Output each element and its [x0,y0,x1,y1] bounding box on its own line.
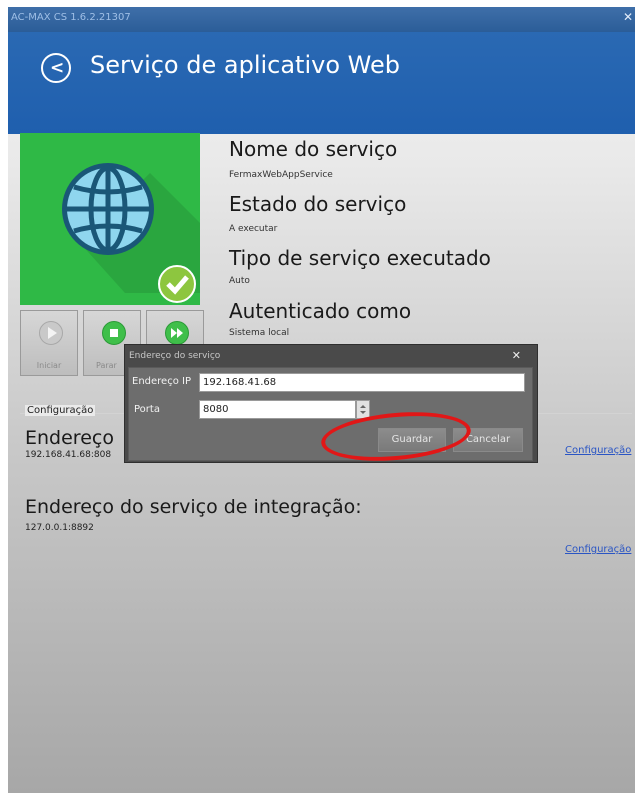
dialog-close-icon[interactable]: ✕ [512,349,521,362]
page-title: Serviço de aplicativo Web [90,51,400,79]
check-icon [158,265,196,303]
close-icon[interactable]: ✕ [623,10,633,24]
service-type-value: Auto [229,276,250,286]
address-value: 192.168.41.68:808 [25,450,112,460]
port-label: Porta [134,404,160,415]
page-header [8,32,635,134]
dialog-title: Endereço do serviço [129,351,221,361]
service-tile [20,133,200,305]
spinner-arrows-icon [360,405,366,414]
back-arrow-icon[interactable]: < [41,53,71,83]
address-title: Endereço [25,427,114,449]
start-button[interactable]: Iniciar [20,310,78,376]
port-spinner[interactable] [356,400,370,419]
save-button[interactable]: Guardar [378,428,446,452]
ip-label: Endereço IP [132,376,191,387]
ip-input[interactable] [199,373,525,392]
port-input[interactable] [199,400,356,419]
window-titlebar: AC-MAX CS 1.6.2.21307 ✕ [8,7,635,32]
service-state-value: A executar [229,224,278,234]
service-name-value: FermaxWebAppService [229,170,333,180]
cancel-button[interactable]: Cancelar [453,428,523,452]
app-window: AC-MAX CS 1.6.2.21307 ✕ < Serviço de apl… [8,7,635,793]
service-auth-value: Sistema local [229,328,290,338]
stop-icon [102,321,126,345]
start-label: Iniciar [36,361,62,370]
address-config-link[interactable]: Configuração [565,445,631,456]
service-state-label: Estado do serviço [229,192,407,216]
integration-value: 127.0.0.1:8892 [25,523,94,533]
fast-forward-icon [165,321,189,345]
service-type-label: Tipo de serviço executado [229,246,491,270]
play-icon [39,321,63,345]
service-name-label: Nome do serviço [229,137,398,161]
dialog-body: Endereço IP Porta Guardar Cancelar [128,367,533,461]
integration-config-link[interactable]: Configuração [565,544,631,555]
address-dialog: Endereço do serviço ✕ Endereço IP Porta … [124,344,538,463]
window-title: AC-MAX CS 1.6.2.21307 [11,12,131,23]
section-label: Configuração [25,405,96,416]
service-auth-label: Autenticado como [229,299,412,323]
integration-title: Endereço do serviço de integração: [25,496,362,518]
